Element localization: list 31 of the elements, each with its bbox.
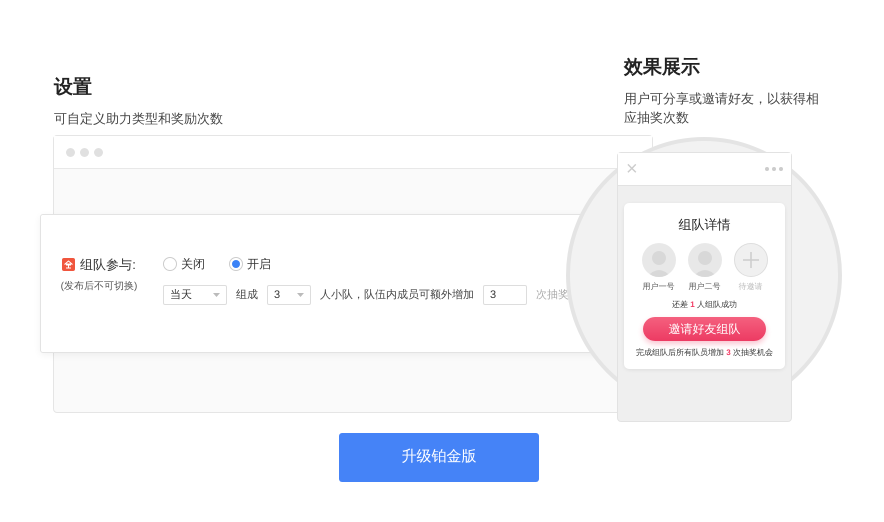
window-dots-icon xyxy=(66,148,103,156)
radio-option[interactable]: 关闭 xyxy=(163,255,205,273)
invite-button[interactable]: 邀请好友组队 xyxy=(643,316,766,340)
member-label: 用户一号 xyxy=(642,280,674,292)
badge-icon xyxy=(62,258,76,272)
avatar-silhouette-icon xyxy=(688,242,722,276)
period-dropdown[interactable]: 当天 xyxy=(163,285,227,305)
team-progress-text: 还差 1 人组队成功 xyxy=(672,298,737,310)
section-title: 设置 xyxy=(54,76,93,100)
team-size-dropdown[interactable]: 3 xyxy=(267,285,311,305)
section-subtitle: 用户可分享或邀请好友，以获得相应抽奖次数 xyxy=(624,90,820,126)
label-text: 人小队，队伍内成员可额外增加 xyxy=(320,288,474,303)
caret-icon xyxy=(297,293,304,297)
setting-note: (发布后不可切换) xyxy=(60,280,138,294)
more-icon[interactable] xyxy=(765,167,783,171)
avatar-silhouette-icon xyxy=(642,242,676,276)
section-subtitle: 可自定义助力类型和奖励次数 xyxy=(54,110,223,128)
setting-label: 组队参与: xyxy=(80,256,136,274)
extra-draws-input[interactable]: 3 xyxy=(483,285,527,305)
add-member-button[interactable] xyxy=(734,242,768,276)
reward-text: 完成组队后所有队员增加 3 次抽奖机会 xyxy=(636,346,773,358)
radio-option[interactable]: 开启 xyxy=(229,255,271,273)
member-label: 待邀请 xyxy=(738,280,762,292)
upgrade-button[interactable]: 升级铂金版 xyxy=(339,433,539,482)
label-text: 组成 xyxy=(236,288,258,303)
caret-icon xyxy=(213,293,220,297)
section-title: 效果展示 xyxy=(624,56,701,80)
member-label: 用户二号 xyxy=(688,280,720,292)
plus-icon xyxy=(742,252,758,268)
label-text: 次抽奖 xyxy=(536,288,569,303)
card-title: 组队详情 xyxy=(678,216,730,234)
